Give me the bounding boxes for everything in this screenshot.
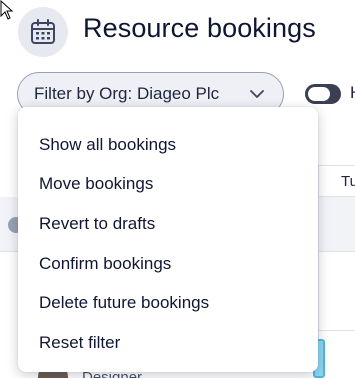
day-column-label: Tu: [341, 173, 355, 190]
menu-item-delete-future-bookings[interactable]: Delete future bookings: [18, 283, 318, 323]
menu-item-show-all-bookings[interactable]: Show all bookings: [18, 125, 318, 165]
menu-item-revert-to-drafts[interactable]: Revert to drafts: [18, 204, 318, 244]
org-filter-label: Filter by Org: Diageo Plc: [34, 84, 220, 103]
menu-item-move-bookings[interactable]: Move bookings: [18, 165, 318, 205]
view-toggle[interactable]: [305, 84, 341, 104]
grid-row-line: [318, 330, 355, 331]
toggle-label: H: [350, 83, 355, 103]
toggle-knob: [308, 87, 330, 101]
filter-menu: Show all bookings Move bookings Revert t…: [18, 107, 318, 372]
chevron-down-icon: [250, 90, 264, 98]
page-title: Resource bookings: [83, 13, 316, 43]
calendar-icon: [18, 7, 68, 57]
mouse-cursor-icon: [0, 0, 14, 20]
menu-item-confirm-bookings[interactable]: Confirm bookings: [18, 244, 318, 284]
menu-item-reset-filter[interactable]: Reset filter: [18, 323, 318, 363]
resource-bookings-screen: Resource bookings Filter by Org: Diageo …: [0, 0, 355, 378]
